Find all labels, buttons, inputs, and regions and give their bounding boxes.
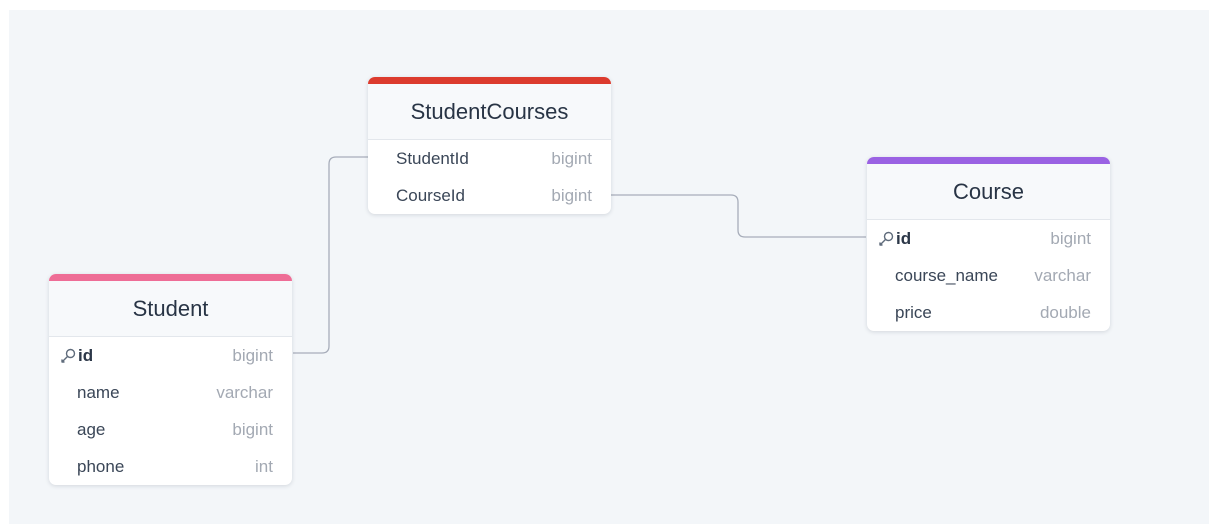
column-type: double [1039, 302, 1091, 322]
column-name: age [77, 419, 106, 439]
table-color-bar [49, 274, 292, 281]
column-row[interactable]: price double [867, 294, 1110, 331]
table-studentcourses[interactable]: StudentCourses StudentId bigint CourseId… [368, 77, 611, 214]
column-name-text: id [78, 345, 94, 365]
column-type: varchar [1034, 265, 1091, 285]
table-student[interactable]: Student id bigint name varchar age bigin… [49, 274, 292, 485]
column-type: bigint [551, 185, 592, 205]
column-name: course_name [895, 265, 999, 285]
column-name: phone [77, 456, 125, 476]
column-row[interactable]: StudentId bigint [368, 140, 611, 177]
column-name: id [59, 346, 93, 366]
column-row[interactable]: CourseId bigint [368, 177, 611, 214]
table-title: StudentCourses [368, 84, 611, 140]
key-icon [61, 348, 76, 363]
column-type: int [255, 456, 273, 476]
key-icon [879, 231, 894, 246]
column-type: bigint [551, 148, 592, 168]
column-row[interactable]: course_name varchar [867, 257, 1110, 294]
column-name: name [77, 382, 120, 402]
table-title: Student [49, 281, 292, 337]
column-type: bigint [232, 345, 273, 365]
column-row-primary-key[interactable]: id bigint [49, 337, 292, 374]
column-type: bigint [232, 419, 273, 439]
column-name: StudentId [396, 148, 469, 168]
column-type: varchar [216, 382, 273, 402]
table-course[interactable]: Course id bigint course_name varchar pri… [867, 157, 1110, 331]
column-type: bigint [1050, 228, 1091, 248]
column-row[interactable]: phone int [49, 448, 292, 485]
column-name: id [877, 229, 911, 249]
table-color-bar [867, 157, 1110, 164]
table-title: Course [867, 164, 1110, 220]
column-row-primary-key[interactable]: id bigint [867, 220, 1110, 257]
column-row[interactable]: age bigint [49, 411, 292, 448]
column-name: CourseId [396, 185, 465, 205]
column-name: price [895, 302, 932, 322]
table-color-bar [368, 77, 611, 84]
column-name-text: id [896, 228, 912, 248]
column-row[interactable]: name varchar [49, 374, 292, 411]
